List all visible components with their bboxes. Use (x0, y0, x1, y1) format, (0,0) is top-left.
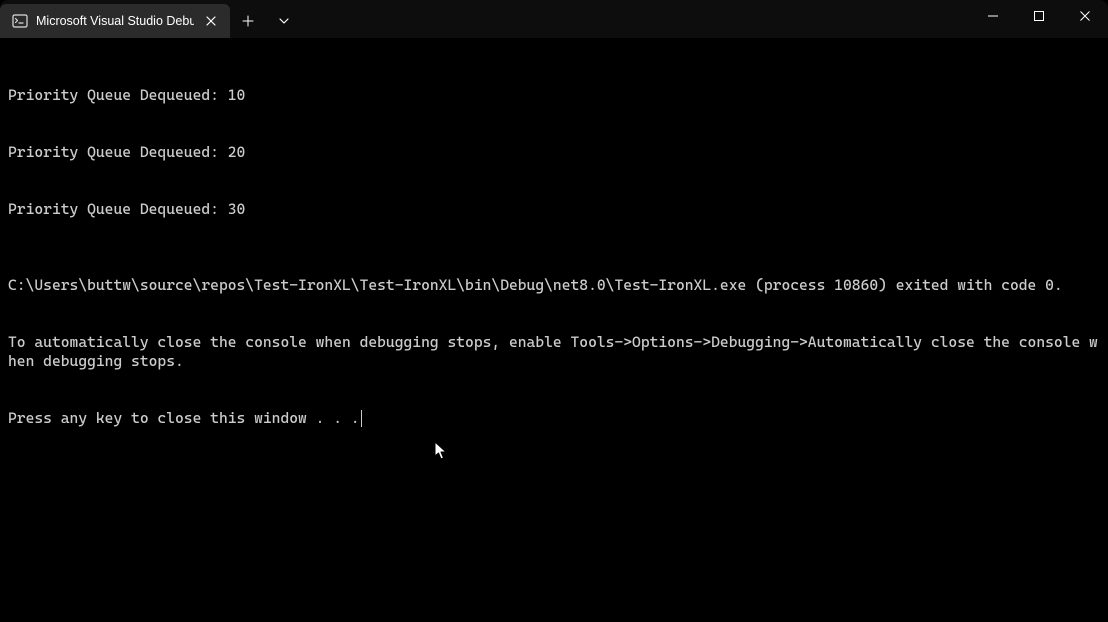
prompt-line: Press any key to close this window . . . (8, 409, 1100, 428)
output-line: Priority Queue Dequeued: 10 (8, 86, 1100, 105)
tab-active[interactable]: Microsoft Visual Studio Debug (0, 4, 230, 38)
terminal-app-icon (12, 13, 28, 29)
new-tab-button[interactable] (230, 4, 266, 38)
hint-message: To automatically close the console when … (8, 333, 1100, 371)
output-line: Priority Queue Dequeued: 20 (8, 143, 1100, 162)
close-button[interactable] (1062, 0, 1108, 32)
tab-close-button[interactable] (202, 12, 220, 30)
terminal-window: Microsoft Visual Studio Debug (0, 0, 1108, 622)
titlebar-drag-region[interactable] (302, 0, 970, 38)
tab-title: Microsoft Visual Studio Debug (36, 14, 194, 28)
tab-dropdown-button[interactable] (266, 4, 302, 38)
terminal-body[interactable]: Priority Queue Dequeued: 10 Priority Que… (0, 38, 1108, 622)
maximize-button[interactable] (1016, 0, 1062, 32)
terminal-output: Priority Queue Dequeued: 10 Priority Que… (8, 48, 1100, 466)
prompt-text: Press any key to close this window . . . (8, 409, 360, 427)
window-controls (970, 0, 1108, 38)
minimize-button[interactable] (970, 0, 1016, 32)
tabs-area: Microsoft Visual Studio Debug (0, 0, 230, 38)
exit-message: C:\Users\buttw\source\repos\Test-IronXL\… (8, 276, 1100, 295)
titlebar: Microsoft Visual Studio Debug (0, 0, 1108, 38)
output-line: Priority Queue Dequeued: 30 (8, 200, 1100, 219)
tab-actions (230, 0, 302, 38)
text-cursor (361, 410, 363, 427)
